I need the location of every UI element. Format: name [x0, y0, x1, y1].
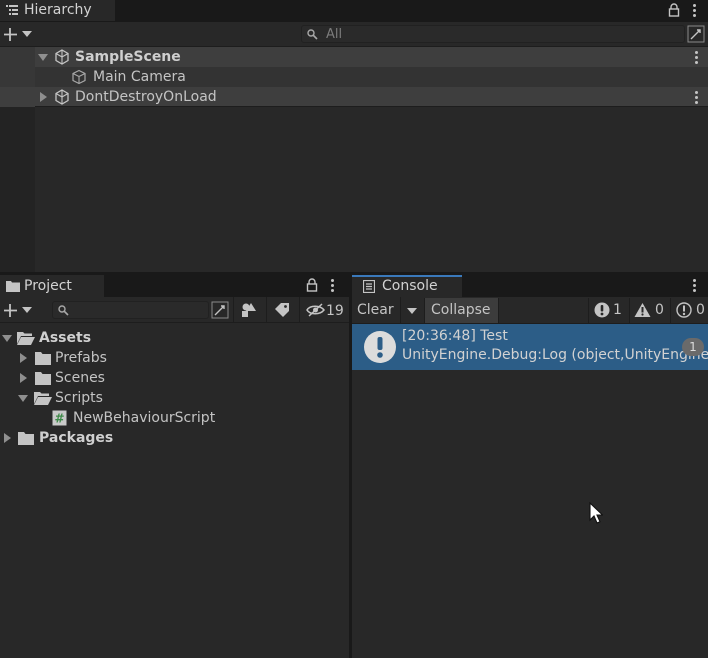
tab-hierarchy-label: Hierarchy: [24, 2, 92, 18]
expand-arrow-icon[interactable]: [38, 54, 48, 61]
log-message-line2: UnityEngine.Debug:Log (object,UnityEngin…: [402, 347, 708, 363]
log-collapse-count-badge: 1: [682, 338, 704, 356]
hierarchy-gutter: [0, 107, 35, 272]
collapse-arrow-icon[interactable]: [40, 92, 47, 102]
warning-icon: [634, 302, 651, 318]
lock-icon[interactable]: [668, 3, 680, 17]
hierarchy-search-input[interactable]: All: [301, 25, 685, 43]
search-icon: [58, 305, 69, 316]
hierarchy-list-icon: [6, 5, 18, 16]
lock-icon[interactable]: [306, 278, 318, 292]
info-icon: [676, 302, 692, 318]
gameobject-label-main-camera[interactable]: Main Camera: [93, 67, 186, 87]
tree-item-packages[interactable]: Packages: [39, 428, 113, 448]
warning-count-toggle[interactable]: 0: [629, 298, 668, 323]
folder-open-icon: [17, 331, 35, 345]
tree-item-prefabs[interactable]: Prefabs: [55, 348, 107, 368]
tab-hierarchy[interactable]: Hierarchy: [0, 0, 115, 21]
search-by-type-icon[interactable]: [687, 25, 705, 43]
add-icon[interactable]: [3, 27, 21, 42]
project-window: Project 19 Assets Prefabs Scenes Scripts…: [0, 274, 349, 658]
error-count: 1: [613, 302, 622, 318]
folder-icon: [6, 280, 20, 292]
svg-text:#: #: [54, 412, 64, 426]
console-menu-icon[interactable]: [693, 279, 697, 294]
hidden-packages-count: 19: [326, 303, 344, 319]
tab-project[interactable]: Project: [0, 275, 104, 297]
add-dropdown-icon[interactable]: [22, 307, 32, 313]
log-message-line1: [20:36:48] Test: [402, 328, 508, 344]
search-icon: [307, 29, 318, 40]
hidden-packages-icon[interactable]: [306, 303, 326, 317]
clear-button[interactable]: Clear: [357, 300, 394, 320]
collapse-button[interactable]: Collapse: [424, 298, 499, 323]
project-tree: Assets Prefabs Scenes Scripts # NewBehav…: [0, 323, 349, 658]
project-menu-icon[interactable]: [331, 279, 335, 294]
collapse-arrow-icon[interactable]: [20, 353, 27, 363]
tree-item-scenes[interactable]: Scenes: [55, 368, 105, 388]
folder-icon: [35, 372, 51, 385]
log-entry[interactable]: [20:36:48] Test UnityEngine.Debug:Log (o…: [352, 324, 708, 370]
error-count-toggle[interactable]: 1: [588, 298, 625, 323]
error-icon: [594, 302, 610, 318]
toolbar-divider: [266, 297, 267, 323]
tree-item-new-behaviour-script[interactable]: NewBehaviourScript: [73, 408, 215, 428]
tab-console-label: Console: [382, 278, 438, 294]
tree-item-scripts[interactable]: Scripts: [55, 388, 103, 408]
gameobject-cube-icon: [71, 69, 87, 85]
tab-project-label: Project: [24, 278, 72, 294]
folder-open-icon: [34, 391, 52, 405]
hierarchy-gutter-mid: [0, 87, 35, 107]
tree-item-assets[interactable]: Assets: [39, 328, 91, 348]
expand-arrow-icon[interactable]: [2, 335, 12, 342]
hierarchy-list: SampleScene Main Camera DontDestroyOnLoa…: [0, 47, 708, 272]
filter-by-type-icon[interactable]: [241, 302, 257, 318]
toolbar-divider: [299, 297, 300, 323]
expand-arrow-icon[interactable]: [18, 395, 28, 402]
filter-by-label-icon[interactable]: [274, 303, 290, 317]
collapse-arrow-icon[interactable]: [4, 433, 11, 443]
tab-console[interactable]: Console: [352, 275, 462, 297]
hierarchy-gutter-top: [0, 47, 35, 87]
info-count-toggle[interactable]: 0: [670, 298, 708, 323]
mouse-cursor-icon: [589, 502, 603, 524]
collapse-arrow-icon[interactable]: [20, 373, 27, 383]
scene-dontdestroy-menu-icon[interactable]: [695, 91, 699, 106]
scene-label-sample: SampleScene: [75, 49, 181, 65]
collapse-button-label: Collapse: [431, 302, 491, 318]
warning-count: 0: [655, 302, 664, 318]
scene-label-dontdestroy: DontDestroyOnLoad: [75, 89, 217, 105]
unity-scene-icon: [54, 49, 70, 65]
csharp-script-icon: #: [52, 410, 67, 426]
info-count: 0: [696, 302, 705, 318]
hierarchy-menu-icon[interactable]: [693, 4, 697, 19]
search-by-type-icon[interactable]: [211, 301, 229, 319]
clear-options-dropdown-icon[interactable]: [407, 308, 417, 314]
folder-icon: [18, 432, 34, 445]
add-dropdown-icon[interactable]: [22, 31, 32, 37]
console-window: Console Clear Collapse 1 0 0 [20:36:48] …: [352, 274, 708, 658]
project-search-input[interactable]: [52, 301, 209, 319]
toolbar-divider: [233, 297, 234, 323]
console-icon: [363, 280, 375, 293]
scene-sample-menu-icon[interactable]: [695, 51, 699, 66]
toolbar-divider: [400, 297, 401, 324]
hierarchy-window: Hierarchy All SampleScene Main Camera Do…: [0, 0, 708, 272]
unity-scene-icon: [54, 89, 70, 105]
log-error-icon: [363, 330, 397, 364]
folder-icon: [35, 352, 51, 365]
hierarchy-search-placeholder: All: [326, 27, 343, 42]
add-icon[interactable]: [3, 303, 21, 318]
